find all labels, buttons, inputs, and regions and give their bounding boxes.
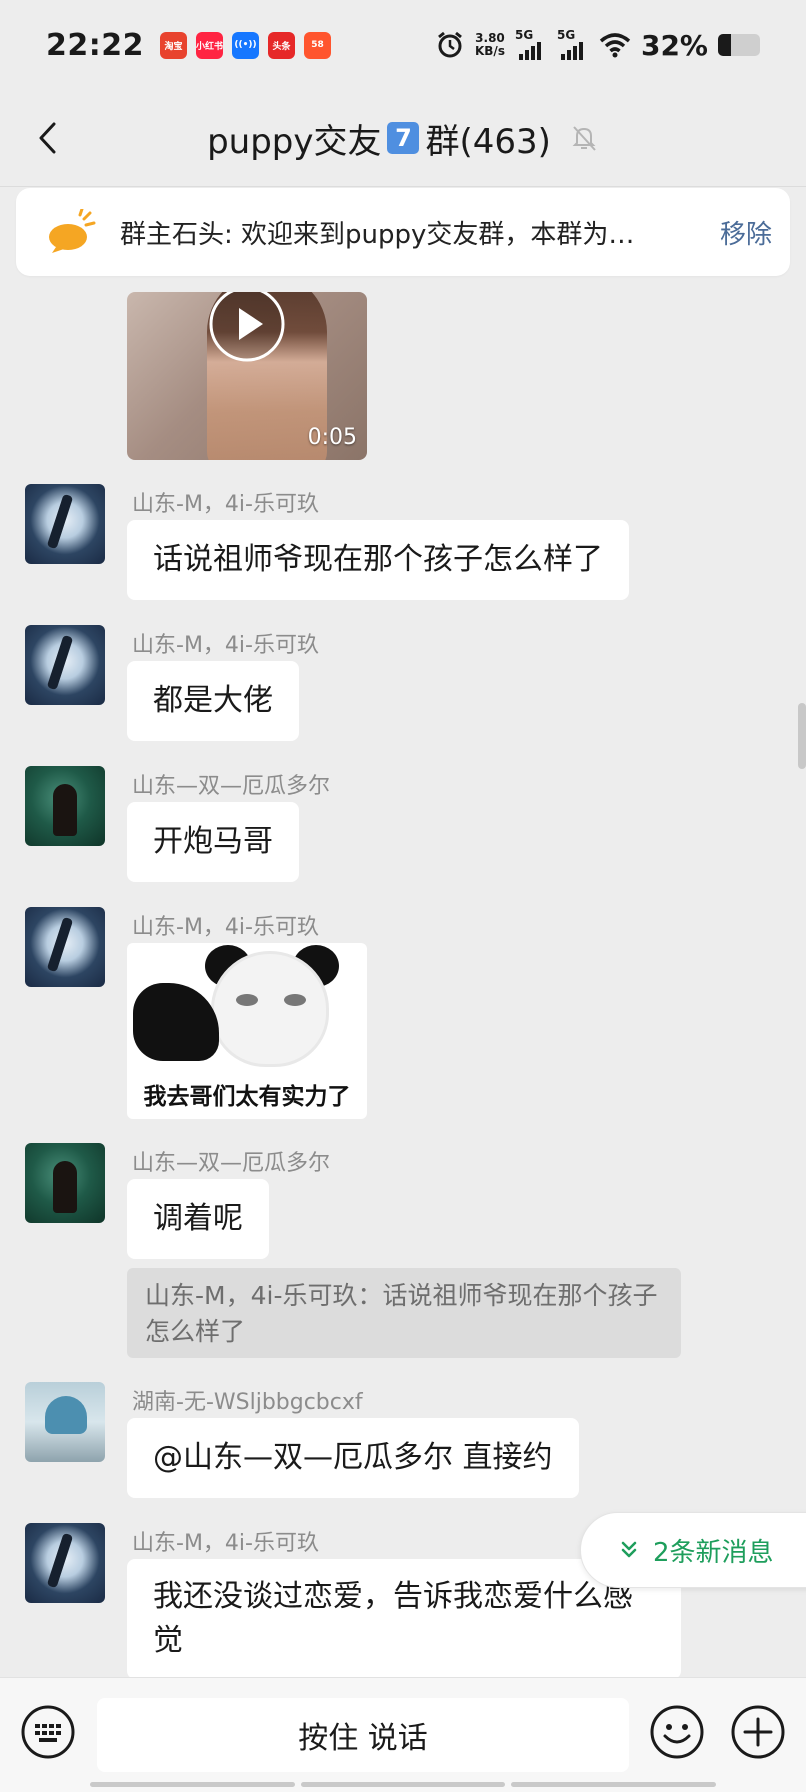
keyboard-icon[interactable]	[20, 1704, 76, 1760]
group-title-suffix: 群(463)	[425, 121, 551, 162]
emoji-icon[interactable]	[649, 1704, 705, 1760]
status-time: 22:22	[46, 27, 144, 63]
video-duration: 0:05	[307, 425, 357, 450]
signal-bars-icon	[518, 42, 541, 60]
sender-name: 山东-M，4i-乐可玖	[132, 633, 319, 658]
signal-bars-icon	[560, 42, 583, 60]
header-divider	[0, 186, 806, 187]
network-type-label: 5G	[514, 28, 534, 42]
scrollbar-thumb[interactable]	[798, 703, 806, 769]
cellular-signal-1: 5G	[514, 28, 547, 60]
xiaohongshu-app-icon: 小红书	[196, 31, 223, 59]
network-speed: 3.80 KB/s	[475, 32, 505, 58]
network-type-label: 5G	[556, 28, 576, 42]
status-app-icons: 淘宝 小红书 ((•)) 头条 58	[160, 31, 331, 59]
mute-bell-icon	[572, 126, 596, 151]
58-app-icon: 58	[304, 31, 331, 59]
chat-header: puppy交友 7 群(463)	[0, 90, 806, 186]
sender-name: 山东-M，4i-乐可玖	[132, 1531, 319, 1556]
avatar[interactable]	[25, 907, 105, 987]
sender-name: 山东—双—厄瓜多尔	[132, 774, 331, 799]
announcement-remove-button[interactable]: 移除	[720, 214, 772, 251]
group-title-prefix: puppy交友	[207, 121, 382, 162]
new-messages-button[interactable]: 2条新消息	[580, 1512, 806, 1588]
wifi-icon	[599, 33, 631, 58]
hold-to-talk-button[interactable]: 按住 说话	[97, 1698, 629, 1772]
message-bubble[interactable]: 都是大佬	[127, 661, 299, 741]
panda-thumbs-up	[133, 983, 219, 1061]
sender-name: 山东-M，4i-乐可玖	[132, 492, 319, 517]
message-bubble[interactable]: 调着呢	[127, 1179, 269, 1259]
play-icon[interactable]	[207, 292, 287, 364]
announcement-text: 群主石头: 欢迎来到puppy交友群，本群为…	[120, 219, 635, 250]
input-bar: 按住 说话	[0, 1677, 806, 1792]
network-speed-unit: KB/s	[474, 44, 505, 58]
battery-fill	[718, 34, 732, 56]
quoted-reply[interactable]: 山东-M，4i-乐可玖：话说祖师爷现在那个孩子怎么样了	[127, 1268, 681, 1358]
group-number-badge: 7	[387, 122, 420, 154]
avatar[interactable]	[25, 484, 105, 564]
plus-icon[interactable]	[730, 1704, 786, 1760]
battery-icon	[718, 34, 760, 56]
avatar[interactable]	[25, 625, 105, 705]
message-list[interactable]: 0:05 山东-M，4i-乐可玖 话说祖师爷现在那个孩子怎么样了 山东-M，4i…	[0, 290, 806, 1677]
sender-name: 山东-M，4i-乐可玖	[132, 915, 319, 940]
sender-name: 湖南-无-WSljbbgcbcxf	[132, 1390, 363, 1415]
battery-percent: 32%	[640, 28, 708, 62]
avatar[interactable]	[25, 1143, 105, 1223]
sticker-image[interactable]: 我去哥们太有实力了	[127, 943, 367, 1119]
double-chevron-down-icon	[621, 1541, 637, 1558]
sticker-caption: 我去哥们太有实力了	[143, 1084, 351, 1110]
new-messages-label: 2条新消息	[653, 1537, 774, 1568]
video-message[interactable]: 0:05	[127, 292, 367, 460]
status-bar: 22:22 淘宝 小红书 ((•)) 头条 58 3.80 KB/s 5G 5G	[0, 0, 806, 90]
megaphone-icon	[49, 209, 96, 253]
back-arrow-icon[interactable]	[30, 118, 70, 158]
message-bubble[interactable]: 话说祖师爷现在那个孩子怎么样了	[127, 520, 629, 600]
pinned-announcement[interactable]: 群主石头: 欢迎来到puppy交友群，本群为… 移除	[16, 188, 790, 276]
avatar[interactable]	[25, 1382, 105, 1462]
toutiao-app-icon: 头条	[268, 31, 295, 59]
message-bubble[interactable]: 开炮马哥	[127, 802, 299, 882]
gesture-bar	[90, 1782, 717, 1787]
nfc-app-icon: ((•))	[232, 31, 259, 59]
avatar[interactable]	[25, 766, 105, 846]
panda-face	[211, 951, 329, 1067]
taobao-app-icon: 淘宝	[160, 31, 187, 59]
group-title[interactable]: puppy交友 7 群(463)	[207, 114, 599, 163]
message-bubble[interactable]: @山东—双—厄瓜多尔 直接约	[127, 1418, 579, 1498]
avatar[interactable]	[25, 1523, 105, 1603]
sender-name: 山东—双—厄瓜多尔	[132, 1151, 331, 1176]
cellular-signal-2: 5G	[556, 28, 589, 60]
alarm-clock-icon	[438, 31, 462, 58]
